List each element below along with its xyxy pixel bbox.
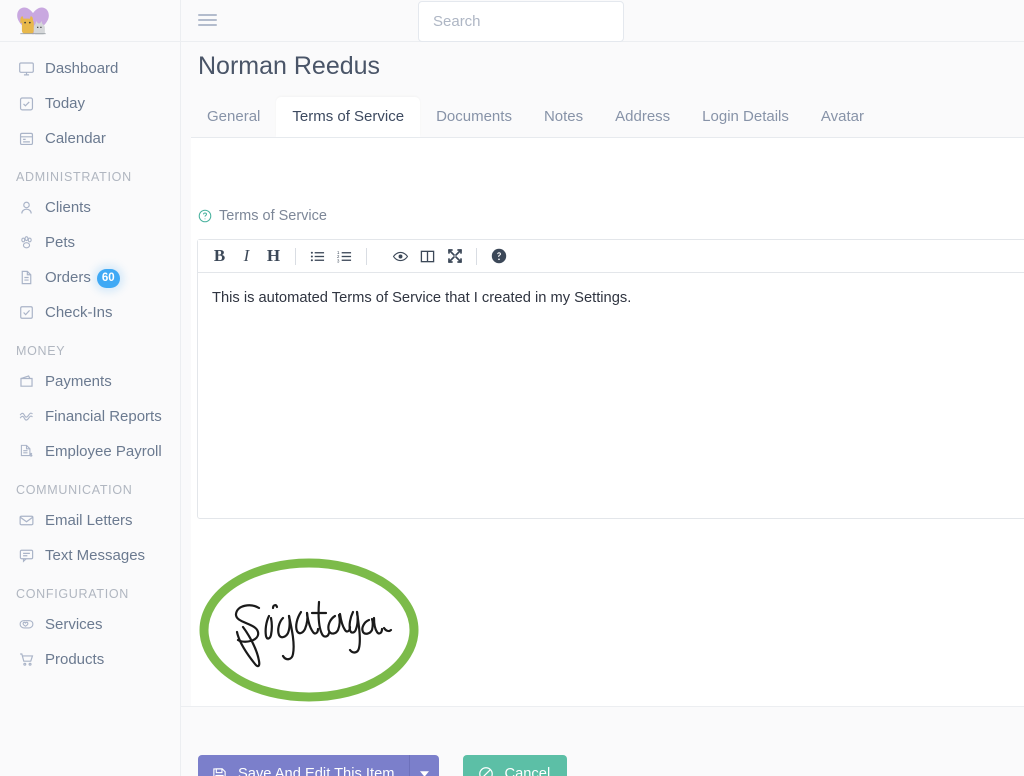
editor-toolbar: B I H 1 2 3	[198, 240, 1024, 273]
orders-badge: 60	[96, 269, 120, 288]
sidebar-item-label: Products	[45, 651, 105, 668]
sidebar-item-services[interactable]: Services	[0, 607, 180, 642]
svg-text:3: 3	[337, 258, 340, 263]
chart-line-icon	[16, 406, 36, 427]
tab-login-details[interactable]: Login Details	[686, 97, 805, 137]
fullscreen-button[interactable]	[441, 243, 468, 270]
sidebar-section-money: MONEY	[16, 344, 66, 358]
logo-container[interactable]	[0, 0, 180, 42]
calendar-icon	[16, 128, 36, 149]
tab-documents[interactable]: Documents	[420, 97, 528, 137]
form-footer: Save And Edit This Item Cancel	[181, 706, 1024, 776]
tab-bar: General Terms of Service Documents Notes…	[191, 97, 1024, 138]
save-dropdown-button[interactable]	[409, 755, 440, 776]
sidebar-item-label: Orders 60	[45, 267, 172, 288]
cancel-button[interactable]: Cancel	[463, 755, 568, 776]
sidebar-item-label: Check-Ins	[45, 304, 113, 321]
sidebar-item-today[interactable]: Today	[0, 86, 180, 121]
side-by-side-button[interactable]	[414, 243, 441, 270]
calendar-check-icon	[16, 93, 36, 114]
editor-content[interactable]: This is automated Terms of Service that …	[198, 273, 1024, 518]
sidebar-item-label: Clients	[45, 199, 91, 216]
sidebar-section-configuration: CONFIGURATION	[16, 587, 130, 601]
message-icon	[16, 545, 36, 566]
sidebar-item-label: Payments	[45, 373, 112, 390]
user-icon	[16, 197, 36, 218]
sidebar-item-label: Employee Payroll	[45, 443, 162, 460]
sidebar-section-administration: ADMINISTRATION	[16, 170, 132, 184]
topbar	[181, 0, 1024, 42]
app-root: Dashboard Today Calendar ADMINISTRATION …	[0, 0, 1024, 776]
question-circle-icon[interactable]	[198, 209, 212, 223]
toolbar-divider	[476, 247, 477, 265]
paw-icon	[16, 232, 36, 253]
sidebar-item-email-letters[interactable]: Email Letters	[0, 503, 180, 538]
sidebar-item-financial-reports[interactable]: Financial Reports	[0, 399, 180, 434]
sidebar-item-payments[interactable]: Payments	[0, 364, 180, 399]
page-title: Norman Reedus	[198, 52, 381, 80]
monitor-icon	[16, 58, 36, 79]
toolbar-divider	[366, 247, 367, 265]
save-and-edit-button[interactable]: Save And Edit This Item	[198, 755, 410, 776]
floppy-disk-icon	[212, 767, 227, 776]
cart-icon	[16, 649, 36, 670]
signature-image	[197, 550, 427, 710]
tab-address[interactable]: Address	[599, 97, 686, 137]
tab-notes[interactable]: Notes	[528, 97, 599, 137]
tab-terms-of-service[interactable]: Terms of Service	[276, 97, 421, 137]
pet-dog-cat-heart-logo-icon	[17, 7, 49, 34]
terms-field-label: Terms of Service	[198, 208, 327, 224]
sidebar-item-clients[interactable]: Clients	[0, 190, 180, 225]
sidebar-item-label: Services	[45, 616, 103, 633]
bold-button[interactable]: B	[206, 243, 233, 270]
main-content: Norman Reedus General Terms of Service D…	[181, 42, 1024, 776]
sidebar-item-label: Calendar	[45, 130, 106, 147]
file-dollar-icon	[16, 441, 36, 462]
preview-button[interactable]	[387, 243, 414, 270]
sidebar-item-label: Today	[45, 95, 86, 112]
toolbar-divider	[295, 247, 296, 265]
sidebar: Dashboard Today Calendar ADMINISTRATION …	[0, 0, 181, 776]
help-button[interactable]	[485, 243, 512, 270]
ordered-list-button[interactable]: 1 2 3	[331, 243, 358, 270]
sidebar-item-check-ins[interactable]: Check-Ins	[0, 295, 180, 330]
ban-circle-icon	[478, 766, 494, 776]
italic-button[interactable]: I	[233, 243, 260, 270]
envelope-icon	[16, 510, 36, 531]
sidebar-item-orders[interactable]: Orders 60	[0, 260, 180, 295]
heading-button[interactable]: H	[260, 243, 287, 270]
save-button-label: Save And Edit This Item	[238, 766, 395, 776]
sidebar-item-text-messages[interactable]: Text Messages	[0, 538, 180, 573]
sidebar-item-employee-payroll[interactable]: Employee Payroll	[0, 434, 180, 469]
sidebar-item-label: Text Messages	[45, 547, 146, 564]
sidebar-nav: Dashboard Today Calendar ADMINISTRATION …	[0, 42, 180, 677]
check-square-icon	[16, 302, 36, 323]
tab-general[interactable]: General	[191, 97, 276, 137]
hamburger-icon[interactable]	[198, 11, 218, 29]
wallet-icon	[16, 371, 36, 392]
footer-button-group: Save And Edit This Item Cancel	[198, 755, 568, 776]
tab-avatar[interactable]: Avatar	[805, 97, 880, 137]
sidebar-item-label: Pets	[45, 234, 76, 251]
sidebar-item-calendar[interactable]: Calendar	[0, 121, 180, 156]
sidebar-section-communication: COMMUNICATION	[16, 483, 133, 497]
unordered-list-button[interactable]	[304, 243, 331, 270]
markdown-editor: B I H 1 2 3 This is automated Terms of S…	[197, 239, 1024, 519]
cancel-button-label: Cancel	[504, 766, 551, 776]
terms-field-label-text: Terms of Service	[219, 208, 327, 224]
sidebar-item-label: Email Letters	[45, 512, 133, 529]
caret-down-icon	[420, 771, 430, 776]
sidebar-item-products[interactable]: Products	[0, 642, 180, 677]
search-input[interactable]	[418, 1, 624, 42]
sidebar-item-label: Financial Reports	[45, 408, 162, 425]
sidebar-item-dashboard[interactable]: Dashboard	[0, 51, 180, 86]
tag-heart-icon	[16, 614, 36, 635]
sidebar-item-orders-text: Orders	[45, 269, 91, 286]
sidebar-item-pets[interactable]: Pets	[0, 225, 180, 260]
terms-of-service-panel: Terms of Service B I H 1 2 3 This is aut…	[191, 138, 1024, 738]
file-icon	[16, 267, 36, 288]
sidebar-item-label: Dashboard	[45, 60, 119, 77]
